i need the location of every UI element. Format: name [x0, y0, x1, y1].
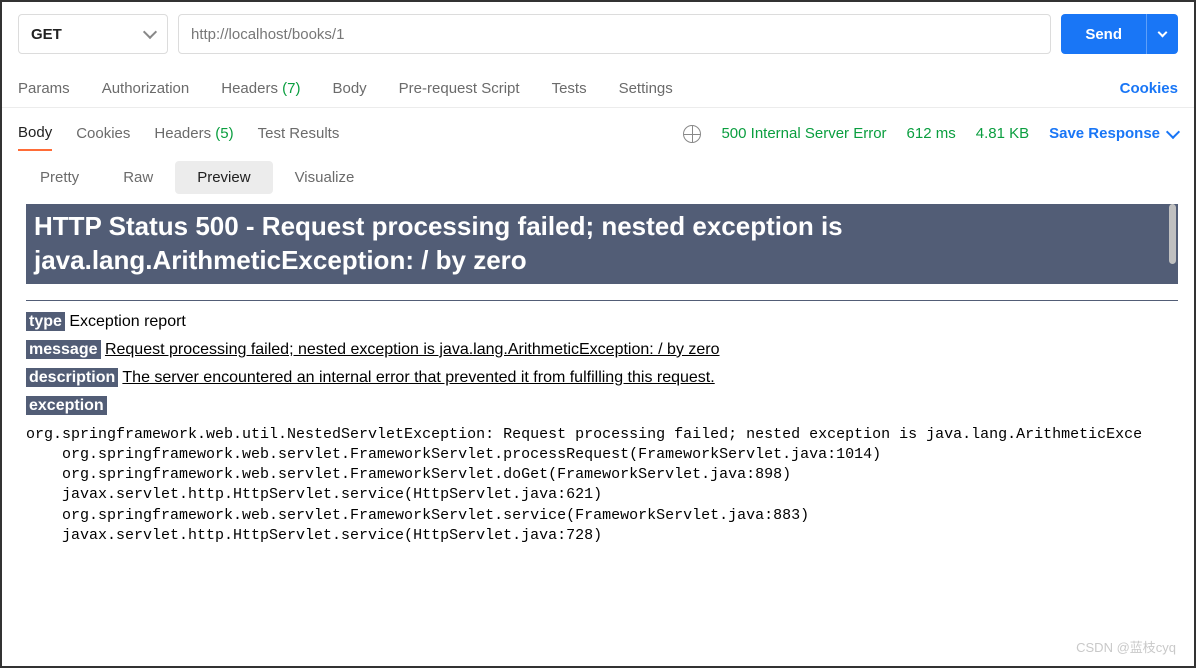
chevron-down-icon [1158, 27, 1168, 37]
view-tab-visualize[interactable]: Visualize [273, 161, 377, 194]
url-input[interactable]: http://localhost/books/1 [178, 14, 1051, 54]
scrollbar[interactable] [1169, 204, 1176, 264]
url-value: http://localhost/books/1 [191, 26, 344, 43]
stack-trace: org.springframework.web.util.NestedServl… [26, 425, 1178, 547]
http-method-label: GET [31, 26, 62, 43]
chevron-down-icon [143, 25, 157, 39]
response-tab-tests[interactable]: Test Results [258, 117, 340, 150]
status-code: 500 Internal Server Error [721, 125, 886, 142]
message-label: message [26, 340, 101, 359]
view-tab-preview[interactable]: Preview [175, 161, 272, 194]
cookies-link[interactable]: Cookies [1120, 70, 1178, 107]
response-preview: HTTP Status 500 - Request processing fai… [26, 204, 1178, 584]
response-tab-headers-label: Headers [154, 125, 211, 142]
response-headers-count: (5) [215, 125, 233, 142]
chevron-down-icon [1166, 124, 1180, 138]
view-tab-pretty[interactable]: Pretty [18, 161, 101, 194]
send-options-button[interactable] [1146, 14, 1178, 54]
error-exception-row: exception [26, 397, 1178, 415]
response-time: 612 ms [907, 125, 956, 142]
tab-tests[interactable]: Tests [552, 70, 587, 107]
tab-body[interactable]: Body [332, 70, 366, 107]
save-response-link[interactable]: Save Response [1049, 125, 1178, 142]
type-value: Exception report [65, 313, 186, 330]
description-value: The server encountered an internal error… [122, 369, 714, 386]
tab-authorization[interactable]: Authorization [102, 70, 190, 107]
message-value: Request processing failed; nested except… [105, 341, 720, 358]
description-label: description [26, 368, 118, 387]
response-tab-cookies[interactable]: Cookies [76, 117, 130, 150]
save-response-label: Save Response [1049, 125, 1160, 142]
watermark: CSDN @蓝枝cyq [1076, 637, 1176, 656]
tab-headers-label: Headers [221, 80, 278, 97]
error-type-row: type Exception report [26, 313, 1178, 331]
tab-prerequest[interactable]: Pre-request Script [399, 70, 520, 107]
send-button[interactable]: Send [1061, 14, 1146, 54]
error-heading: HTTP Status 500 - Request processing fai… [26, 204, 1178, 284]
type-label: type [26, 312, 65, 331]
error-description-row: description The server encountered an in… [26, 369, 1178, 387]
exception-label: exception [26, 396, 107, 415]
tab-params[interactable]: Params [18, 70, 70, 107]
view-tab-raw[interactable]: Raw [101, 161, 175, 194]
response-tab-headers[interactable]: Headers (5) [154, 117, 233, 150]
error-message-row: message Request processing failed; neste… [26, 341, 1178, 359]
response-tab-body[interactable]: Body [18, 116, 52, 151]
response-size: 4.81 KB [976, 125, 1029, 142]
globe-icon[interactable] [683, 125, 701, 143]
headers-count: (7) [282, 80, 300, 97]
tab-settings[interactable]: Settings [619, 70, 673, 107]
http-method-select[interactable]: GET [18, 14, 168, 54]
tab-headers[interactable]: Headers (7) [221, 70, 300, 107]
divider [26, 300, 1178, 301]
